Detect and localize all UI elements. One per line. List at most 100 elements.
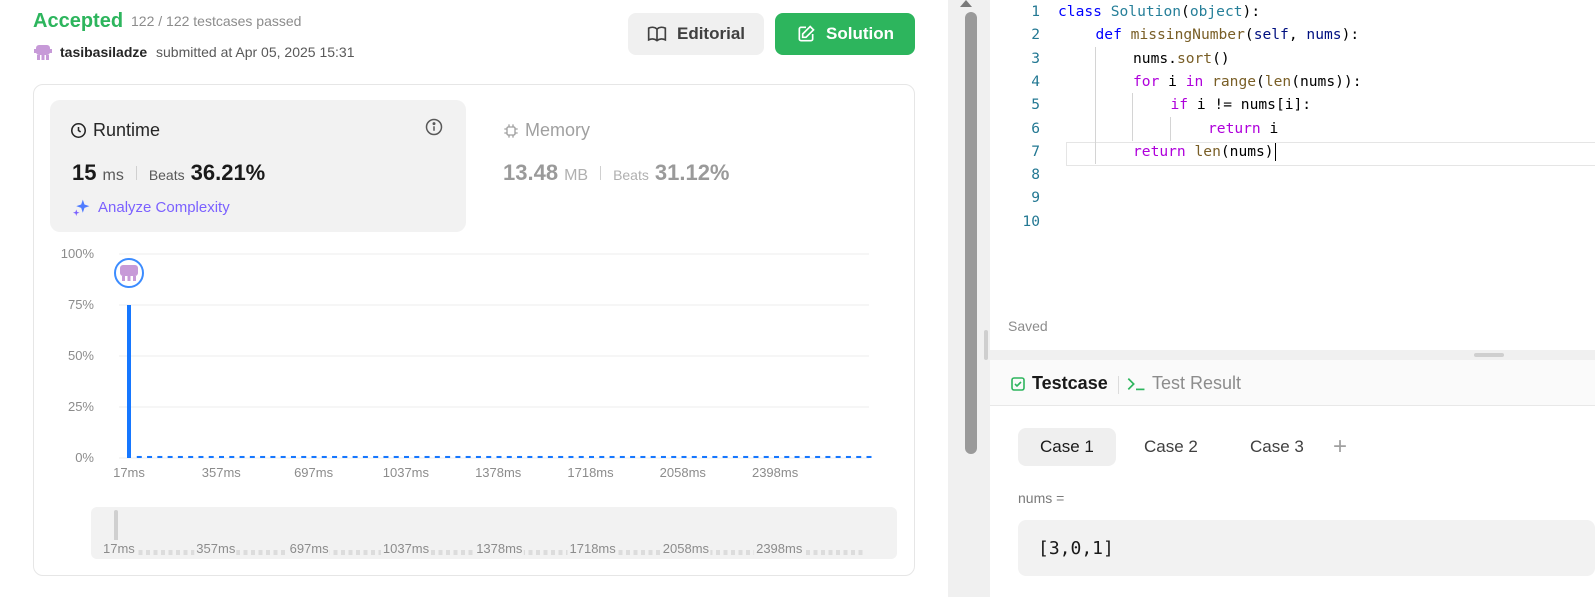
chart-bar[interactable] <box>188 455 194 458</box>
chart-bar[interactable] <box>465 455 471 458</box>
info-icon[interactable] <box>425 118 443 136</box>
range-overview-chart[interactable]: 17ms 357ms 697ms 1037ms 1378ms 1718ms 2058ms 23… <box>91 507 897 559</box>
chart-bar[interactable] <box>794 455 800 458</box>
chart-bar[interactable] <box>671 455 677 458</box>
chart-bar[interactable] <box>127 305 131 458</box>
chart-bar[interactable] <box>784 455 790 458</box>
add-case-icon[interactable]: + <box>1333 433 1347 461</box>
chart-bar[interactable] <box>763 455 769 458</box>
chart-bar[interactable] <box>136 455 142 458</box>
horizontal-resize-handle[interactable] <box>1474 353 1504 357</box>
chart-bar[interactable] <box>475 455 481 458</box>
scroll-up-arrow-icon[interactable] <box>960 0 972 7</box>
chart-bar[interactable] <box>321 455 327 458</box>
chart-bar[interactable] <box>599 455 605 458</box>
chart-bar[interactable] <box>825 455 831 458</box>
chart-bar[interactable] <box>517 455 523 458</box>
chart-bar[interactable] <box>342 455 348 458</box>
chart-bar[interactable] <box>558 455 564 458</box>
case-tab-2[interactable]: Case 2 <box>1122 428 1220 466</box>
chart-bar[interactable] <box>496 455 502 458</box>
chart-bar[interactable] <box>804 455 810 458</box>
chart-bar[interactable] <box>311 455 317 458</box>
chart-bar[interactable] <box>229 455 235 458</box>
chart-bar[interactable] <box>753 455 759 458</box>
chart-bar[interactable] <box>455 455 461 458</box>
solution-button[interactable]: Solution <box>775 13 915 55</box>
chart-bar[interactable] <box>506 455 512 458</box>
chart-bar[interactable] <box>722 455 728 458</box>
chart-bar[interactable] <box>856 455 862 458</box>
chart-bar[interactable] <box>650 455 656 458</box>
user-name-link[interactable]: tasibasiladze <box>60 44 147 60</box>
chart-bar[interactable] <box>845 455 851 458</box>
chart-bar[interactable] <box>383 455 389 458</box>
chart-bar[interactable] <box>568 455 574 458</box>
chart-bar[interactable] <box>732 455 738 458</box>
chart-bar[interactable] <box>589 455 594 458</box>
scrollbar-thumb[interactable] <box>965 12 977 454</box>
chart-bar[interactable] <box>249 455 255 458</box>
chart-bar[interactable] <box>835 455 841 458</box>
chart-bar[interactable] <box>774 455 779 458</box>
chart-bar[interactable] <box>434 455 440 458</box>
chart-bar[interactable] <box>547 455 553 458</box>
chart-bar[interactable] <box>270 455 276 458</box>
user-avatar-icon[interactable] <box>33 43 53 61</box>
code-line[interactable]: 6 return i <box>990 116 1595 141</box>
chart-bar[interactable] <box>290 455 296 458</box>
chart-bar[interactable] <box>239 455 245 458</box>
chart-bar[interactable] <box>352 455 358 458</box>
chart-bar[interactable] <box>167 455 173 458</box>
chart-bar[interactable] <box>157 455 163 458</box>
tab-testcase[interactable]: Testcase <box>1010 373 1108 394</box>
analyze-complexity-button[interactable]: Analyze Complexity <box>72 198 230 216</box>
chart-bar[interactable] <box>404 455 409 458</box>
chart-bar[interactable] <box>260 455 266 458</box>
chart-bar[interactable] <box>537 455 543 458</box>
chart-bar[interactable] <box>486 455 492 458</box>
chart-bar[interactable] <box>681 455 687 458</box>
chart-bar[interactable] <box>578 455 584 458</box>
chart-bar[interactable] <box>219 455 224 458</box>
chart-bar[interactable] <box>280 455 286 458</box>
chart-bar[interactable] <box>362 455 368 458</box>
chart-bar[interactable] <box>743 455 749 458</box>
code-line[interactable]: 2 def missingNumber(self, nums): <box>990 23 1595 47</box>
code-line[interactable]: 3 nums.sort() <box>990 46 1595 71</box>
memory-tab[interactable]: Memory <box>503 120 590 141</box>
horizontal-splitter[interactable] <box>990 350 1595 360</box>
code-line[interactable]: 7 return len(nums) <box>990 139 1595 164</box>
code-line[interactable]: 4 for i in range(len(nums)): <box>990 69 1595 94</box>
chart-bar[interactable] <box>712 455 718 458</box>
chart-bar[interactable] <box>147 455 153 458</box>
chart-bar[interactable] <box>414 455 420 458</box>
chart-bar[interactable] <box>619 455 625 458</box>
chart-bar[interactable] <box>177 455 183 458</box>
chart-bar[interactable] <box>609 455 615 458</box>
chart-bar[interactable] <box>424 455 430 458</box>
case-tab-3[interactable]: Case 3 <box>1228 428 1326 466</box>
case-tab-1[interactable]: Case 1 <box>1018 428 1116 466</box>
chart-bar[interactable] <box>866 455 872 458</box>
chart-bar[interactable] <box>445 455 451 458</box>
code-line[interactable]: 1 class Solution(object): <box>990 0 1595 24</box>
chart-bar[interactable] <box>208 455 214 458</box>
chart-bar[interactable] <box>630 455 636 458</box>
input-value-field[interactable]: [3,0,1] <box>1018 520 1595 576</box>
chart-bar[interactable] <box>373 455 379 458</box>
chart-bar[interactable] <box>640 455 646 458</box>
code-line[interactable]: 5 if i != nums[i]: <box>990 93 1595 118</box>
code-line[interactable]: 9 <box>990 186 1595 210</box>
chart-bar[interactable] <box>527 455 533 458</box>
tab-test-result[interactable]: Test Result <box>1126 373 1241 394</box>
code-line[interactable]: 8 <box>990 163 1595 187</box>
chart-bar[interactable] <box>198 455 204 458</box>
chart-bar[interactable] <box>815 455 821 458</box>
editorial-button[interactable]: Editorial <box>628 13 764 55</box>
chart-bar[interactable] <box>332 455 338 458</box>
chart-bar[interactable] <box>393 455 399 458</box>
chart-bar[interactable] <box>660 455 666 458</box>
runtime-distribution-chart[interactable]: 100% 75% 50% 25% 0% 17ms 357ms 697ms 1037ms 1378m… <box>56 248 896 488</box>
chart-bar[interactable] <box>301 455 307 458</box>
